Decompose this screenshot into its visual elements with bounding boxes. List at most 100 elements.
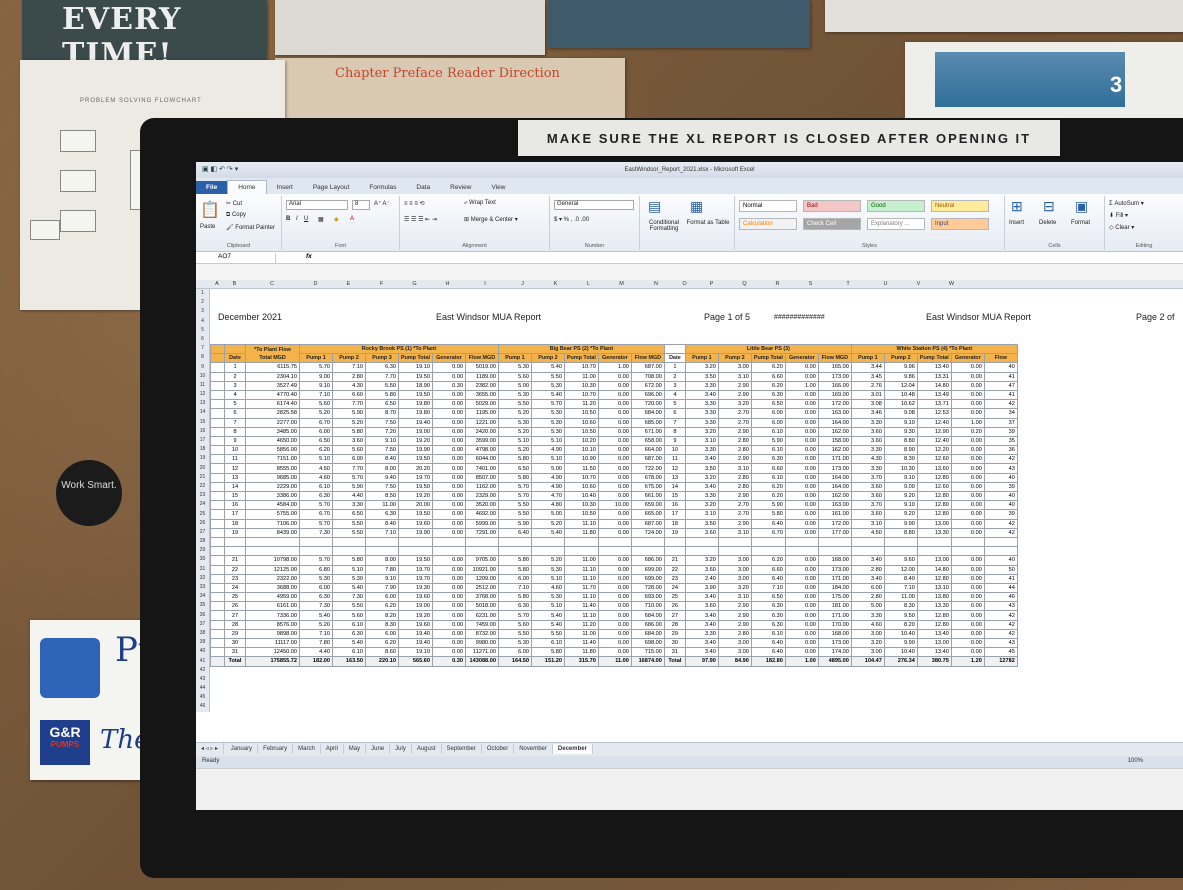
cell[interactable]: 168.00	[817, 628, 852, 640]
cell[interactable]: 3.00	[717, 564, 752, 575]
cell[interactable]: 19.40	[398, 417, 433, 428]
cell[interactable]: 47	[983, 380, 1018, 391]
cell[interactable]	[299, 546, 333, 557]
cell[interactable]: 3.90	[684, 582, 719, 594]
cell[interactable]	[210, 619, 225, 630]
cell[interactable]: 6.00	[497, 573, 532, 584]
cell[interactable]: 10.70	[563, 362, 599, 373]
cell[interactable]: 162.00	[817, 490, 852, 502]
grow-font-icon[interactable]: A⁺ A⁻	[374, 200, 390, 207]
cell[interactable]: 1221.00	[464, 417, 499, 428]
cell[interactable]: 6.50	[365, 399, 399, 410]
cell[interactable]: 2382.00	[464, 380, 499, 391]
cell[interactable]: 5.20	[497, 426, 532, 437]
cell[interactable]: 12.60	[916, 454, 952, 465]
cell[interactable]: 6.20	[750, 490, 786, 502]
cell[interactable]: 43	[983, 601, 1018, 612]
sheet-tab-december[interactable]: December	[552, 744, 593, 754]
date-cell[interactable]: 5	[224, 399, 246, 410]
cell[interactable]: 0.00	[597, 445, 632, 456]
style-input[interactable]: Input	[931, 218, 989, 230]
row-header[interactable]: 1	[196, 289, 209, 298]
format-cells-icon[interactable]: ▣	[1075, 198, 1088, 215]
cell[interactable]: 2322.00	[245, 573, 300, 584]
cell[interactable]: 6.10	[332, 647, 366, 658]
row-header[interactable]: 37	[196, 620, 209, 629]
row-header[interactable]: 35	[196, 601, 209, 610]
col-header[interactable]: Flow MGD	[817, 353, 852, 364]
cell[interactable]: 19.70	[398, 472, 433, 483]
date-cell[interactable]: 15	[663, 490, 686, 502]
column-header[interactable]: G	[398, 281, 431, 287]
cell[interactable]: 315.70	[563, 656, 599, 667]
cell[interactable]	[210, 536, 225, 548]
cell[interactable]: 166.00	[817, 380, 852, 391]
cell[interactable]: 184.00	[817, 582, 852, 594]
cell[interactable]: 42	[983, 454, 1018, 465]
cell[interactable]: 36	[983, 445, 1018, 456]
align-center-icons[interactable]: ☰ ☰ ☰ ⇤ ⇥	[404, 216, 437, 223]
row-header[interactable]: 10	[196, 372, 209, 381]
cell[interactable]: 2.80	[717, 481, 752, 493]
cell[interactable]: 0.00	[784, 564, 819, 575]
cell[interactable]: 0.00	[950, 647, 985, 658]
cell[interactable]: 0.00	[950, 500, 985, 511]
cell[interactable]: 3.50	[684, 371, 719, 382]
cell[interactable]: 5.80	[497, 555, 532, 566]
cell[interactable]: 19.60	[398, 518, 433, 529]
cell[interactable]: 693.00	[630, 592, 665, 603]
cell[interactable]: 171.00	[817, 573, 852, 584]
cell[interactable]	[464, 536, 499, 548]
cell[interactable]: 0.00	[431, 408, 466, 419]
cell[interactable]: 9.86	[883, 371, 918, 382]
cell[interactable]	[850, 546, 885, 557]
cell[interactable]	[210, 518, 225, 529]
row-header[interactable]: 2	[196, 298, 209, 307]
cell[interactable]: 1189.00	[464, 371, 499, 382]
cell[interactable]: 42	[983, 399, 1018, 410]
date-cell[interactable]: 2	[224, 371, 246, 382]
sheet-tab-june[interactable]: June	[366, 744, 391, 754]
cell[interactable]: 5.60	[332, 445, 366, 456]
cell[interactable]: 10798.00	[245, 555, 300, 566]
cell[interactable]: 172.00	[817, 518, 852, 529]
cell[interactable]: 0.00	[950, 472, 985, 483]
cell[interactable]: 0.00	[950, 610, 985, 621]
cell[interactable]: 5.50	[365, 380, 399, 391]
cell[interactable]: 5.50	[530, 628, 565, 640]
cell[interactable]: 50	[983, 564, 1018, 575]
cell[interactable]: 4.30	[850, 454, 885, 465]
cell[interactable]: 3.40	[684, 454, 719, 465]
date-cell[interactable]: 23	[663, 573, 686, 584]
cell[interactable]: 6.30	[299, 490, 333, 502]
cell[interactable]: 19.50	[398, 454, 433, 465]
cell[interactable]: 0.00	[431, 399, 466, 410]
cell[interactable]: 19.80	[398, 399, 433, 410]
cell[interactable]: 7.10	[750, 582, 786, 594]
cell[interactable]: 19.10	[398, 647, 433, 658]
row-header[interactable]: 44	[196, 684, 209, 693]
cell[interactable]: 3688.00	[245, 582, 300, 594]
cell[interactable]: 687.00	[630, 454, 665, 465]
group-header-little-bear[interactable]: Little Bear PS (3)	[684, 343, 852, 355]
cell[interactable]: 6.30	[497, 601, 532, 612]
cell[interactable]: 46	[983, 592, 1018, 603]
format-as-table-button[interactable]: Format as Table	[686, 220, 730, 226]
cell[interactable]: 2.90	[717, 454, 752, 465]
cell[interactable]: 10.10	[563, 445, 599, 456]
cell[interactable]: 0.00	[431, 435, 466, 447]
cell[interactable]	[210, 509, 225, 520]
format-button[interactable]: Format	[1071, 220, 1090, 226]
date-cell[interactable]: 1	[663, 362, 686, 373]
cell[interactable]: 3527.49	[245, 380, 300, 391]
cell[interactable]: 3.30	[850, 463, 885, 474]
cell[interactable]: 5.80	[497, 564, 532, 575]
cell[interactable]: 3.30	[850, 445, 885, 456]
cell[interactable]: 11.10	[563, 564, 599, 575]
cell[interactable]: 0.00	[784, 445, 819, 456]
cell[interactable]	[210, 445, 225, 456]
date-cell[interactable]: 7	[663, 417, 686, 428]
cell[interactable]: 162.00	[817, 426, 852, 437]
cell[interactable]: 170.00	[817, 619, 852, 630]
cell[interactable]: 2.80	[332, 371, 366, 382]
